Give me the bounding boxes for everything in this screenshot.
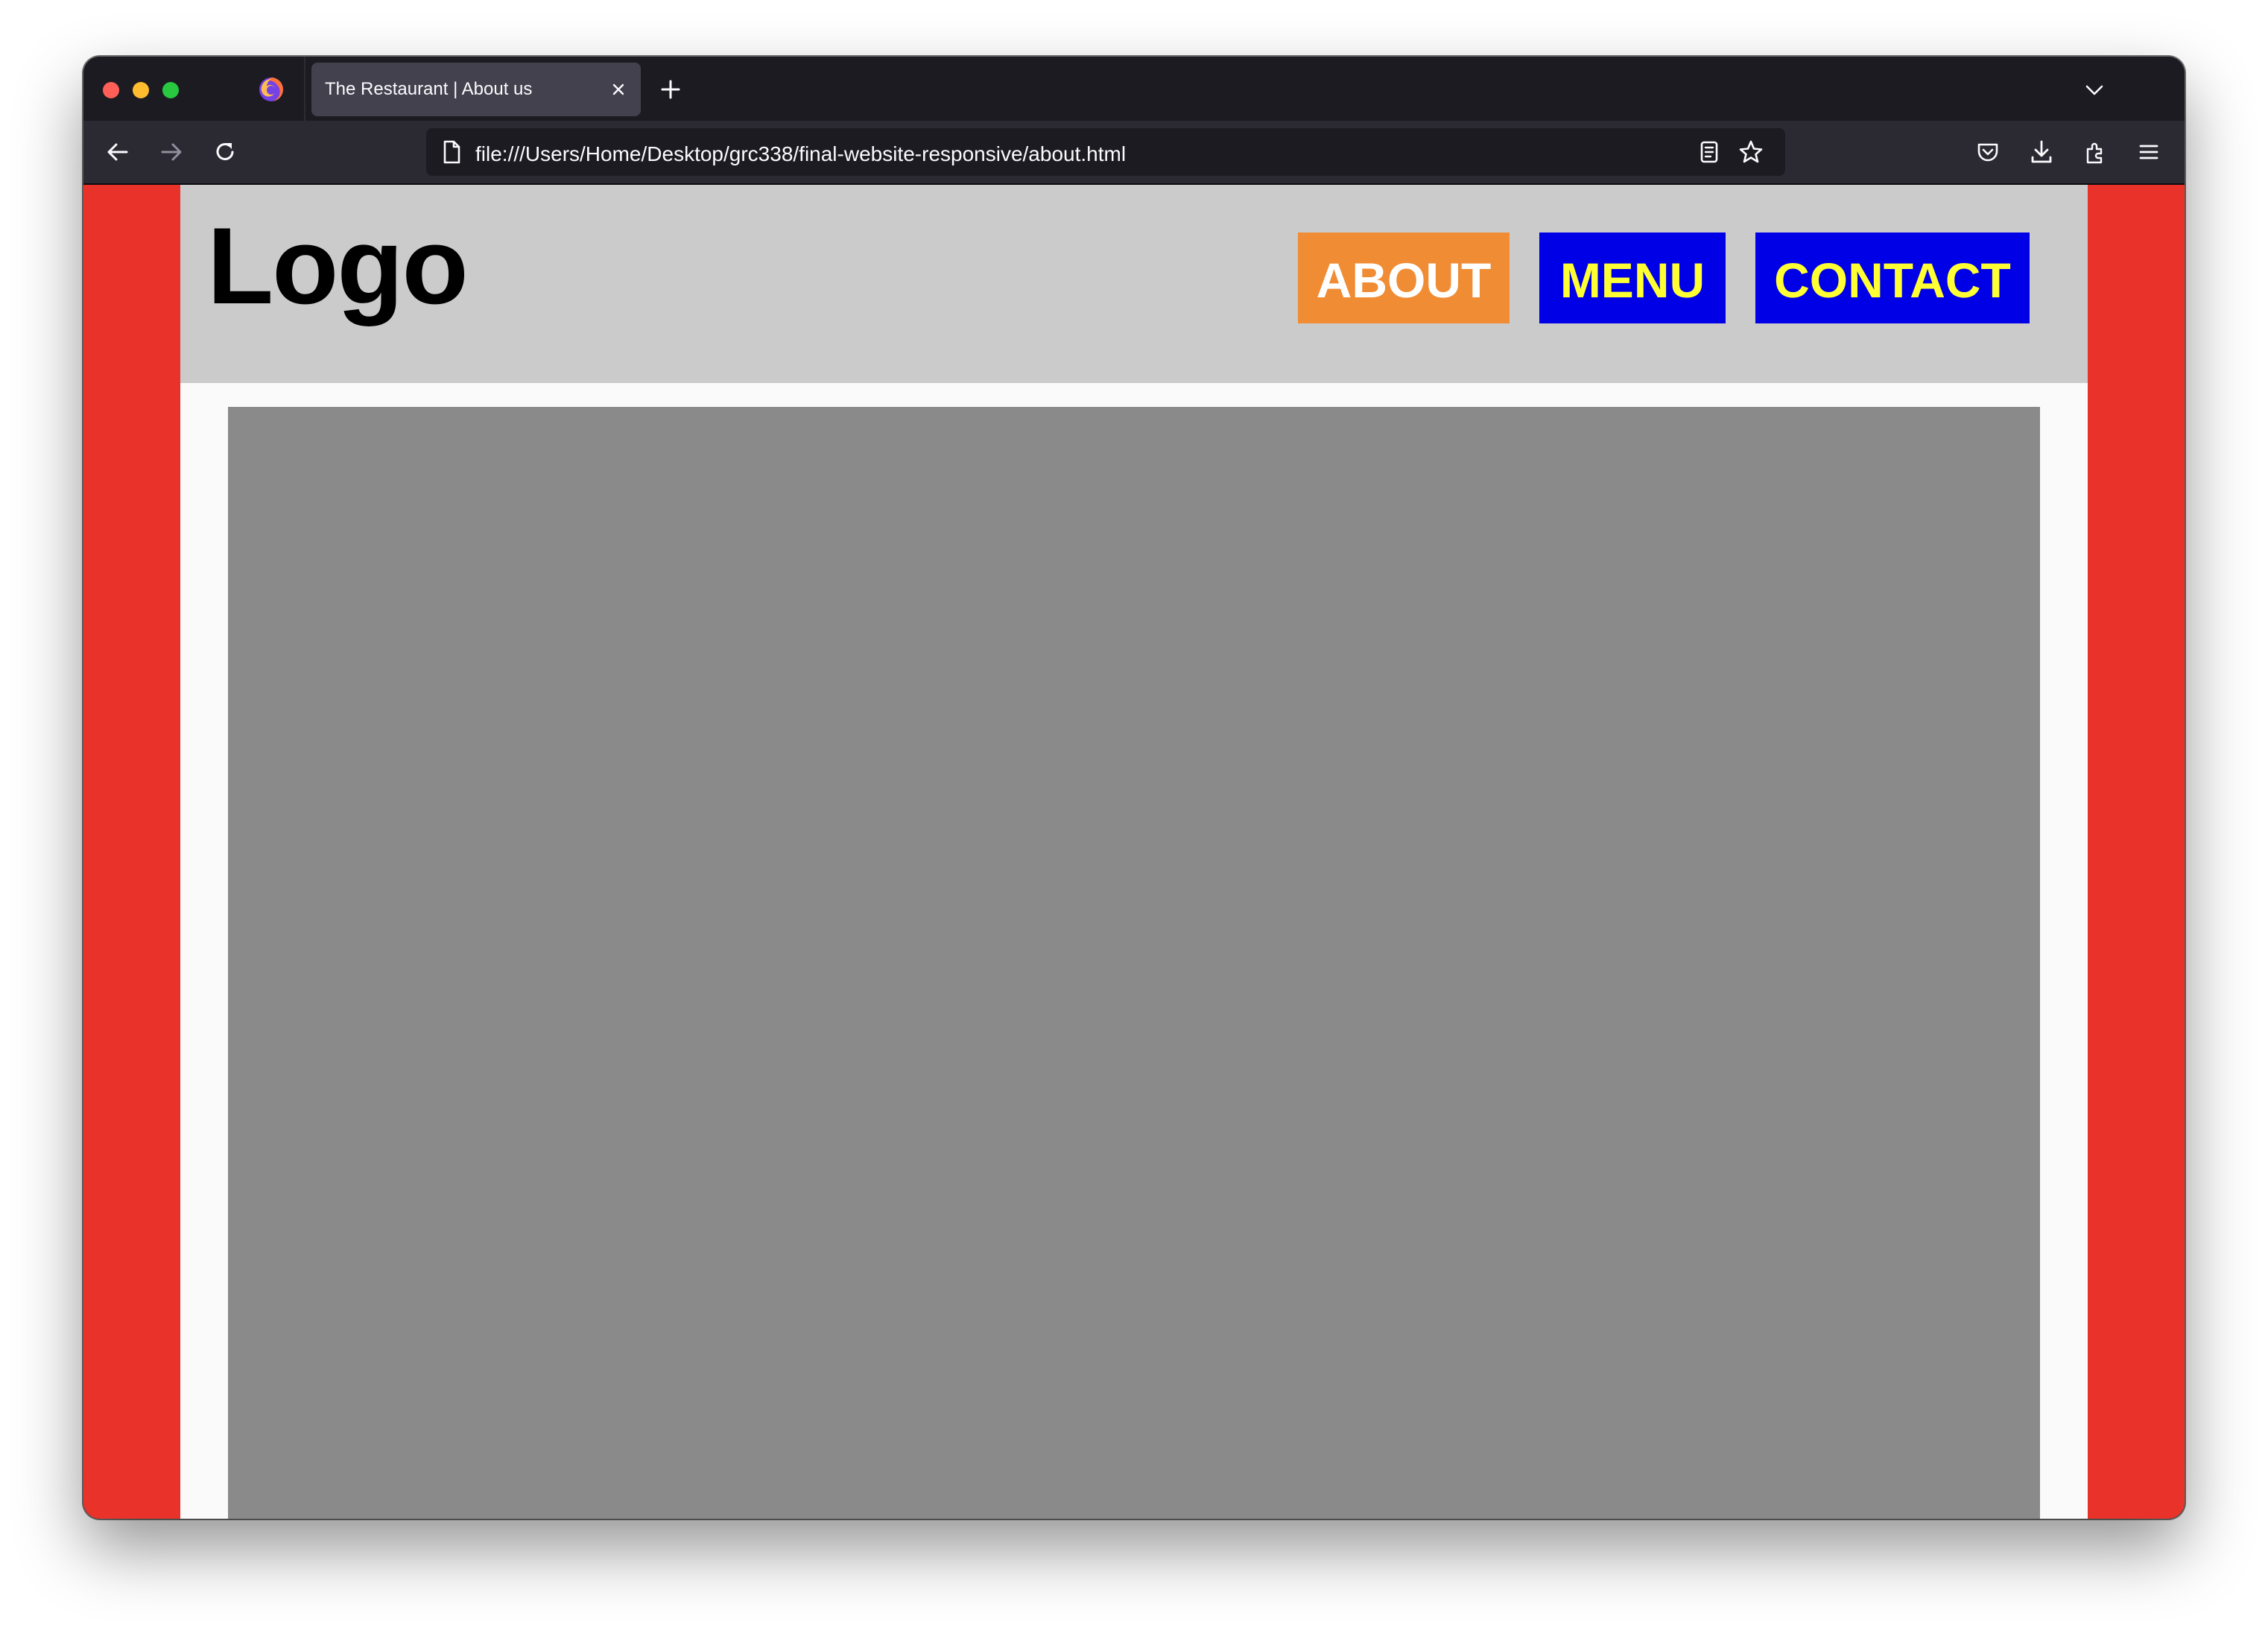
tab-active[interactable]: The Restaurant | About us — [311, 63, 641, 116]
site-header: Logo ABOUT MENU CONTACT — [180, 185, 2088, 383]
browser-window: The Restaurant | About us file:///Users/… — [83, 57, 2185, 1519]
reload-icon[interactable] — [212, 139, 238, 165]
nav-contact-button[interactable]: CONTACT — [1755, 233, 2030, 323]
reader-view-icon[interactable] — [1696, 139, 1723, 165]
hamburger-menu-icon[interactable] — [2135, 139, 2162, 165]
minimize-window-button[interactable] — [133, 82, 149, 98]
site-logo[interactable]: Logo — [207, 203, 469, 329]
firefox-icon[interactable] — [258, 76, 285, 103]
image-placeholder — [228, 407, 2040, 1519]
page-viewport: Logo ABOUT MENU CONTACT — [83, 185, 2185, 1519]
tab-title: The Restaurant | About us — [325, 79, 533, 99]
zoom-window-button[interactable] — [162, 82, 179, 98]
tab-strip: The Restaurant | About us — [83, 57, 2185, 121]
download-icon[interactable] — [2028, 139, 2055, 165]
back-arrow-icon[interactable] — [104, 139, 131, 165]
close-window-button[interactable] — [103, 82, 119, 98]
pocket-icon[interactable] — [1974, 139, 2001, 165]
extensions-icon[interactable] — [2082, 139, 2109, 165]
tab-divider — [304, 57, 305, 121]
nav-about-button[interactable]: ABOUT — [1298, 233, 1510, 323]
plus-icon[interactable] — [659, 78, 682, 101]
bookmark-star-icon[interactable] — [1738, 139, 1764, 165]
close-icon[interactable] — [608, 79, 629, 100]
navigation-toolbar: file:///Users/Home/Desktop/grc338/final-… — [83, 121, 2185, 185]
url-bar[interactable]: file:///Users/Home/Desktop/grc338/final-… — [426, 128, 1785, 176]
url-text[interactable]: file:///Users/Home/Desktop/grc338/final-… — [475, 142, 1126, 166]
nav-menu-button[interactable]: MENU — [1539, 233, 1726, 323]
page-container: Logo ABOUT MENU CONTACT — [180, 185, 2088, 1519]
page-icon — [443, 140, 460, 164]
forward-arrow-icon[interactable] — [158, 139, 185, 165]
chevron-down-icon[interactable] — [2083, 79, 2106, 101]
